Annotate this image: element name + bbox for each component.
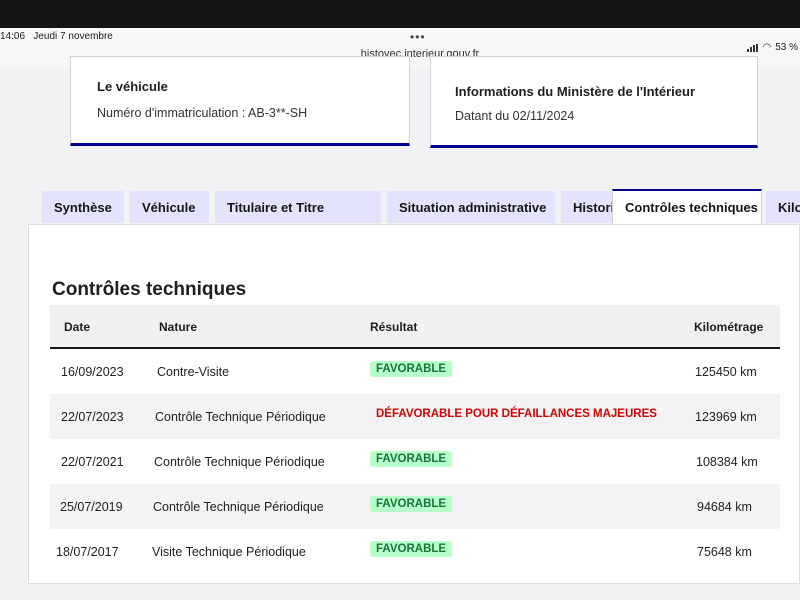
section-title: Contrôles techniques bbox=[52, 279, 247, 300]
row-nature: Contre-Visite bbox=[157, 365, 230, 379]
tab-vehicule[interactable]: Véhicule bbox=[130, 191, 209, 223]
row-km: 125450 km bbox=[695, 365, 757, 379]
tab-controles-techniques[interactable]: Contrôles techniques bbox=[612, 189, 762, 225]
data-date: Datant du 02/11/2024 bbox=[455, 109, 575, 123]
row-date: 18/07/2017 bbox=[56, 545, 119, 559]
battery-level: 53 % bbox=[775, 42, 798, 53]
header-date: Date bbox=[64, 320, 91, 334]
table-row: 16/09/2023 Contre-Visite FAVORABLE 12545… bbox=[50, 349, 780, 394]
row-nature: Visite Technique Périodique bbox=[152, 545, 306, 559]
row-date: 22/07/2023 bbox=[61, 410, 124, 424]
row-date: 16/09/2023 bbox=[61, 365, 124, 379]
row-km: 75648 km bbox=[697, 545, 752, 559]
row-km: 123969 km bbox=[695, 410, 757, 424]
row-nature: Contrôle Technique Périodique bbox=[155, 410, 326, 424]
result-badge: FAVORABLE bbox=[370, 496, 453, 512]
device-bezel bbox=[0, 0, 800, 28]
status-time: 14:06 Jeudi 7 novembre bbox=[0, 31, 113, 42]
plate-number: Numéro d'immatriculation : AB-3**-SH bbox=[97, 106, 308, 120]
result-badge: DÉFAVORABLE POUR DÉFAILLANCES MAJEURES bbox=[376, 408, 657, 420]
cellular-signal-icon bbox=[747, 43, 759, 52]
result-badge: FAVORABLE bbox=[370, 541, 453, 557]
result-badge: FAVORABLE bbox=[370, 361, 453, 377]
tab-situation-administrative[interactable]: Situation administrative bbox=[387, 191, 555, 223]
tab-synthese[interactable]: Synthèse bbox=[42, 191, 124, 223]
header-result: Résultat bbox=[370, 320, 418, 334]
tab-bar: Synthèse Véhicule Titulaire et Titre Sit… bbox=[42, 189, 800, 225]
vehicle-card-title: Le véhicule bbox=[97, 79, 168, 94]
table-header: Date Nature Résultat Kilométrage bbox=[50, 305, 780, 349]
table-row: 22/07/2021 Contrôle Technique Périodique… bbox=[50, 439, 780, 484]
table-row: 22/07/2023 Contrôle Technique Périodique… bbox=[50, 394, 780, 439]
more-icon[interactable]: ••• bbox=[410, 30, 426, 44]
ministry-card: Informations du Ministère de l'Intérieur… bbox=[430, 56, 758, 148]
inspections-table: Date Nature Résultat Kilométrage 16/09/2… bbox=[50, 305, 780, 574]
row-date: 25/07/2019 bbox=[60, 500, 123, 514]
ministry-card-title: Informations du Ministère de l'Intérieur bbox=[455, 84, 696, 99]
table-row: 25/07/2019 Contrôle Technique Périodique… bbox=[50, 484, 780, 529]
header-km: Kilométrage bbox=[694, 320, 764, 334]
table-row: 18/07/2017 Visite Technique Périodique F… bbox=[50, 529, 780, 574]
result-badge: FAVORABLE bbox=[370, 451, 453, 467]
row-nature: Contrôle Technique Périodique bbox=[154, 455, 325, 469]
wifi-icon: ◠ bbox=[762, 42, 772, 53]
vehicle-card: Le véhicule Numéro d'immatriculation : A… bbox=[70, 56, 410, 146]
row-km: 108384 km bbox=[696, 455, 758, 469]
status-icons: ◠ 53 % bbox=[747, 42, 798, 53]
row-km: 94684 km bbox=[697, 500, 752, 514]
tab-kilometrage[interactable]: Kilo bbox=[766, 191, 800, 223]
row-nature: Contrôle Technique Périodique bbox=[153, 500, 324, 514]
header-nature: Nature bbox=[159, 320, 198, 334]
tab-titulaire[interactable]: Titulaire et Titre bbox=[215, 191, 381, 223]
row-date: 22/07/2021 bbox=[61, 455, 124, 469]
